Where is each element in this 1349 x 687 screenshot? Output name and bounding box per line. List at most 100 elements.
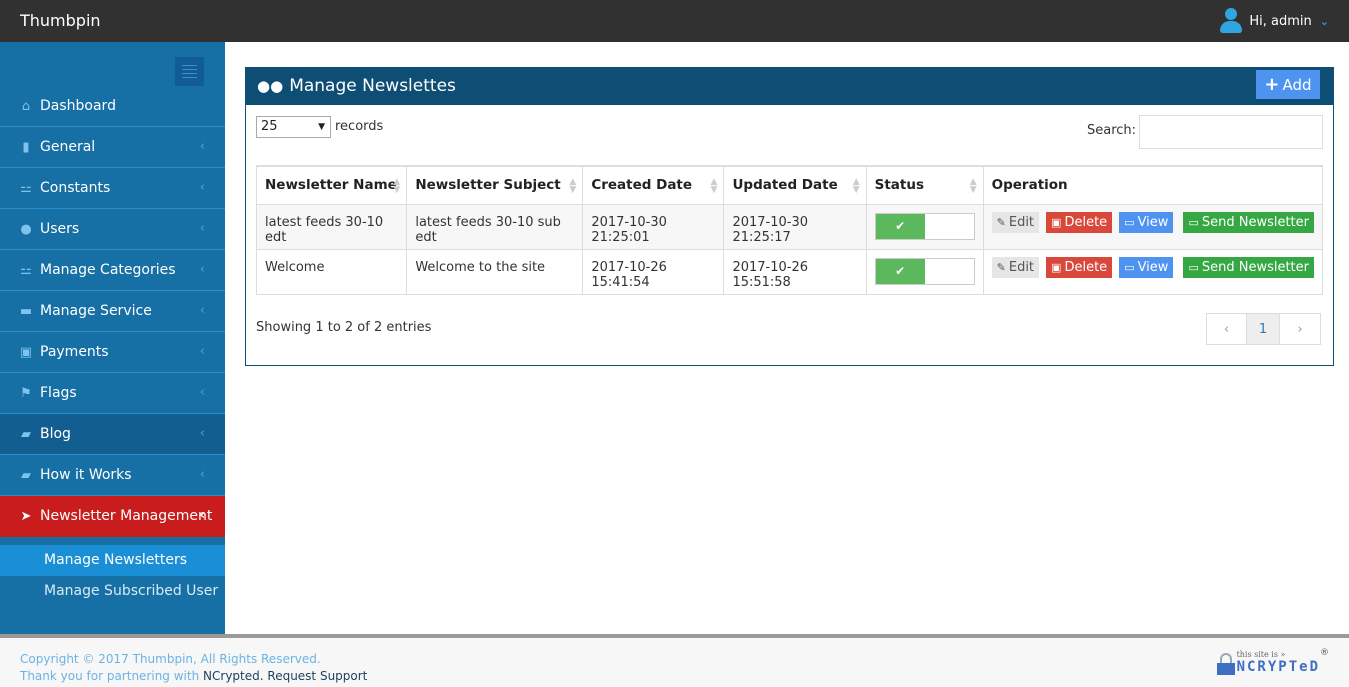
cell-updated: 2017-10-26 15:51:58 xyxy=(723,248,867,295)
column-header-operation: Operation xyxy=(982,165,1324,205)
ncrypted-link[interactable]: NCrypted. xyxy=(203,669,264,683)
sidebar-item-label: Users xyxy=(40,221,80,237)
sidebar-item-label: Payments xyxy=(40,344,109,360)
money-icon: ▣ xyxy=(19,344,33,360)
sidebar-item-dashboard[interactable]: ⌂ Dashboard xyxy=(0,86,225,127)
view-label: View xyxy=(1137,259,1169,275)
edit-label: Edit xyxy=(1008,214,1035,230)
sidebar-item-manage-categories[interactable]: ⚍ Manage Categories ‹ xyxy=(0,250,225,291)
send-label: Send Newsletter xyxy=(1201,214,1309,230)
records-per-page-select[interactable]: 25 ▼ xyxy=(256,116,331,138)
column-label: Newsletter Subject xyxy=(415,177,561,194)
sidebar-item-label: Manage Categories xyxy=(40,262,176,278)
column-label: Created Date xyxy=(591,177,693,194)
view-button[interactable]: ▭ View xyxy=(1119,256,1174,278)
sidebar-item-label: Newsletter Management xyxy=(40,508,213,524)
chevron-left-icon: ‹ xyxy=(199,467,205,482)
sidebar-item-users[interactable]: ● Users ‹ xyxy=(0,209,225,250)
newsletters-table: Newsletter Name ▲ ▼ Newsletter Subject ▲ ▼ C… xyxy=(255,165,1324,295)
pagination: ‹ 1 › xyxy=(1206,313,1321,345)
view-button[interactable]: ▭ View xyxy=(1119,211,1174,233)
chevron-left-icon: ‹ xyxy=(199,303,205,318)
send-newsletter-button[interactable]: ▭ Send Newsletter xyxy=(1183,211,1314,233)
column-header-status[interactable]: Status ▲ ▼ xyxy=(865,165,984,205)
sidebar-item-how-it-works[interactable]: ▰ How it Works ‹ xyxy=(0,455,225,496)
sidebar-nav: ⌂ Dashboard ▮ General ‹ ⚍ Constants ‹ ● … xyxy=(0,86,225,607)
table-info: Showing 1 to 2 of 2 entries xyxy=(256,320,432,335)
sidebar-item-constants[interactable]: ⚍ Constants ‹ xyxy=(0,168,225,209)
pagination-next[interactable]: › xyxy=(1280,314,1320,344)
records-per-page-value: 25 xyxy=(261,119,278,134)
badge-small-text: this site is » xyxy=(1236,650,1286,659)
page-title: ●● Manage Newslettes xyxy=(257,76,456,96)
cell-operation: ✎ Edit ▣ Delete ▭ View ▭ Send Newsletter xyxy=(982,248,1324,295)
sort-icon: ▲ ▼ xyxy=(852,177,860,195)
status-toggle[interactable]: ✔ xyxy=(874,257,975,285)
brand-logo[interactable]: Thumbpin xyxy=(20,11,101,30)
newsletters-panel: ●● Manage Newslettes + Add 25 ▼ records … xyxy=(245,67,1334,366)
user-greeting: Hi, admin xyxy=(1249,13,1312,29)
column-label: Status xyxy=(874,177,924,194)
table-header-row: Newsletter Name ▲ ▼ Newsletter Subject ▲ ▼ C… xyxy=(255,165,1324,205)
chevron-left-icon: ‹ xyxy=(199,385,205,400)
table-row: Welcome Welcome to the site 2017-10-26 1… xyxy=(255,248,1324,295)
cell-status: ✔ xyxy=(865,203,984,250)
caret-down-icon: ▼ xyxy=(318,122,325,132)
search-input[interactable] xyxy=(1139,115,1323,149)
chevron-left-icon: ‹ xyxy=(199,139,205,154)
edit-button[interactable]: ✎ Edit xyxy=(991,211,1040,233)
sidebar-item-label: General xyxy=(40,139,96,155)
sort-icon: ▲ ▼ xyxy=(710,177,718,195)
plus-icon: + xyxy=(1264,74,1280,95)
sidebar-toggle-button[interactable] xyxy=(175,57,204,86)
chevron-left-icon: ‹ xyxy=(199,344,205,359)
sidebar-subitem-manage-subscribed-user[interactable]: Manage Subscribed User xyxy=(0,576,225,607)
sidebar-item-label: How it Works xyxy=(40,467,132,483)
sidebar-item-newsletter-management[interactable]: ➤ Newsletter Management ‹ xyxy=(0,496,225,537)
book-icon: ▰ xyxy=(21,426,31,442)
view-label: View xyxy=(1137,214,1169,230)
status-toggle[interactable]: ✔ xyxy=(874,212,975,240)
copyright-text: Copyright © 2017 Thumbpin, All Rights Re… xyxy=(20,652,321,666)
cell-name: latest feeds 30-10 edt xyxy=(255,203,408,250)
request-support-link[interactable]: Request Support xyxy=(267,669,367,683)
sidebar-item-flags[interactable]: ⚑ Flags ‹ xyxy=(0,373,225,414)
delete-button[interactable]: ▣ Delete xyxy=(1046,256,1113,278)
sitemap-icon: ⚍ xyxy=(20,262,32,278)
delete-label: Delete xyxy=(1064,214,1108,230)
trash-icon: ▣ xyxy=(1051,215,1062,229)
column-header-subject[interactable]: Newsletter Subject ▲ ▼ xyxy=(406,165,584,205)
column-header-created[interactable]: Created Date ▲ ▼ xyxy=(582,165,725,205)
table-row: latest feeds 30-10 edt latest feeds 30-1… xyxy=(255,203,1324,250)
sidebar-item-manage-service[interactable]: ▬ Manage Service ‹ xyxy=(0,291,225,332)
ncrypted-badge[interactable]: this site is » NCRYPTeD ® xyxy=(1216,648,1329,675)
sidebar-item-general[interactable]: ▮ General ‹ xyxy=(0,127,225,168)
delete-button[interactable]: ▣ Delete xyxy=(1046,211,1113,233)
pagination-prev[interactable]: ‹ xyxy=(1207,314,1247,344)
sidebar-item-blog[interactable]: ▰ Blog ‹ xyxy=(0,414,225,455)
sidebar-item-payments[interactable]: ▣ Payments ‹ xyxy=(0,332,225,373)
sort-icon: ▲ ▼ xyxy=(569,177,577,195)
edit-button[interactable]: ✎ Edit xyxy=(991,256,1040,278)
sidebar-item-label: Constants xyxy=(40,180,111,196)
delete-label: Delete xyxy=(1064,259,1108,275)
column-label: Operation xyxy=(991,177,1068,194)
send-newsletter-button[interactable]: ▭ Send Newsletter xyxy=(1183,256,1314,278)
pagination-page-1[interactable]: 1 xyxy=(1247,314,1280,344)
partner-line: Thank you for partnering with NCrypted. … xyxy=(20,669,367,683)
sidebar: ⌂ Dashboard ▮ General ‹ ⚍ Constants ‹ ● … xyxy=(0,42,225,634)
cell-created: 2017-10-26 15:41:54 xyxy=(582,248,725,295)
column-header-name[interactable]: Newsletter Name ▲ ▼ xyxy=(255,165,408,205)
home-icon: ⌂ xyxy=(21,98,31,114)
trash-icon: ▣ xyxy=(1051,260,1062,274)
footer: Copyright © 2017 Thumbpin, All Rights Re… xyxy=(0,634,1349,687)
cell-operation: ✎ Edit ▣ Delete ▭ View ▭ Send Newsletter xyxy=(982,203,1324,250)
add-button[interactable]: + Add xyxy=(1256,70,1320,99)
user-menu[interactable]: Hi, admin ⌄ xyxy=(1219,8,1329,34)
sidebar-item-label: Blog xyxy=(40,426,71,442)
column-header-updated[interactable]: Updated Date ▲ ▼ xyxy=(723,165,867,205)
sidebar-subitem-manage-newsletters[interactable]: Manage Newsletters xyxy=(0,545,225,576)
sidebar-item-label: Dashboard xyxy=(40,98,116,114)
chevron-left-icon: ‹ xyxy=(199,221,205,236)
users-icon: ●● xyxy=(257,77,284,95)
